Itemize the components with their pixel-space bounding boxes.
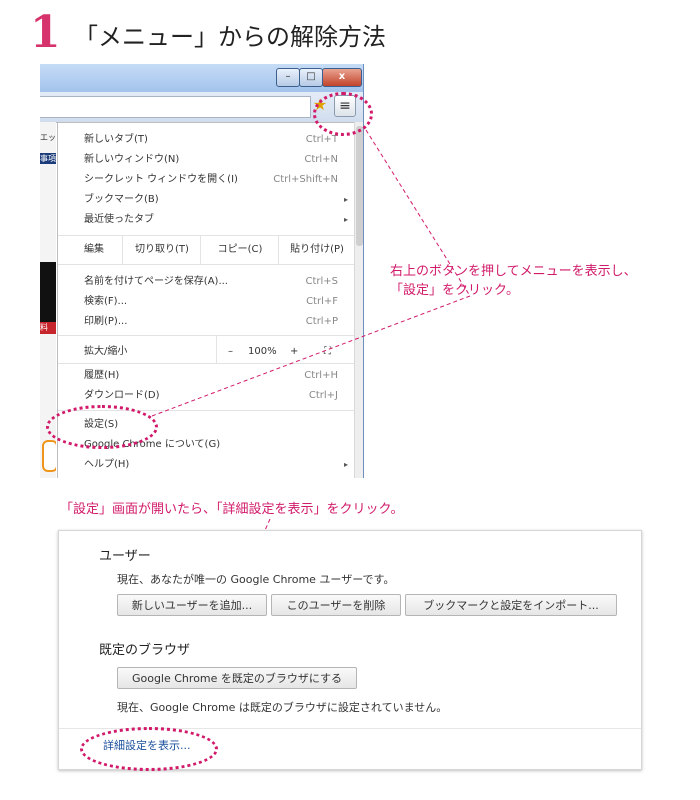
highlight-ring bbox=[313, 92, 373, 136]
import-button[interactable]: ブックマークと設定をインポート... bbox=[405, 594, 617, 616]
add-user-button[interactable]: 新しいユーザーを追加... bbox=[117, 594, 267, 616]
connector-line bbox=[151, 295, 471, 417]
annotation-text: 右上のボタンを押してメニューを表示し、 bbox=[390, 264, 637, 279]
default-browser-section-title: 既定のブラウザ bbox=[99, 643, 191, 658]
annotation-text: 「設定」をクリック。 bbox=[390, 283, 519, 298]
delete-user-button[interactable]: このユーザーを削除 bbox=[271, 594, 401, 616]
highlight-ring bbox=[46, 405, 158, 449]
make-default-browser-button[interactable]: Google Chrome を既定のブラウザにする bbox=[117, 667, 357, 689]
highlight-ring bbox=[80, 727, 218, 771]
users-description: 現在、あなたが唯一の Google Chrome ユーザーです。 bbox=[117, 573, 395, 586]
annotation-note: 右上のボタンを押してメニューを表示し、 「設定」をクリック。 bbox=[390, 262, 690, 300]
users-section-title: ユーザー bbox=[99, 549, 151, 564]
default-browser-description: 現在、Google Chrome は既定のブラウザに設定されていません。 bbox=[117, 701, 448, 714]
annotation-note: 「設定」画面が開いたら、「詳細設定を表示」をクリック。 bbox=[60, 502, 404, 517]
